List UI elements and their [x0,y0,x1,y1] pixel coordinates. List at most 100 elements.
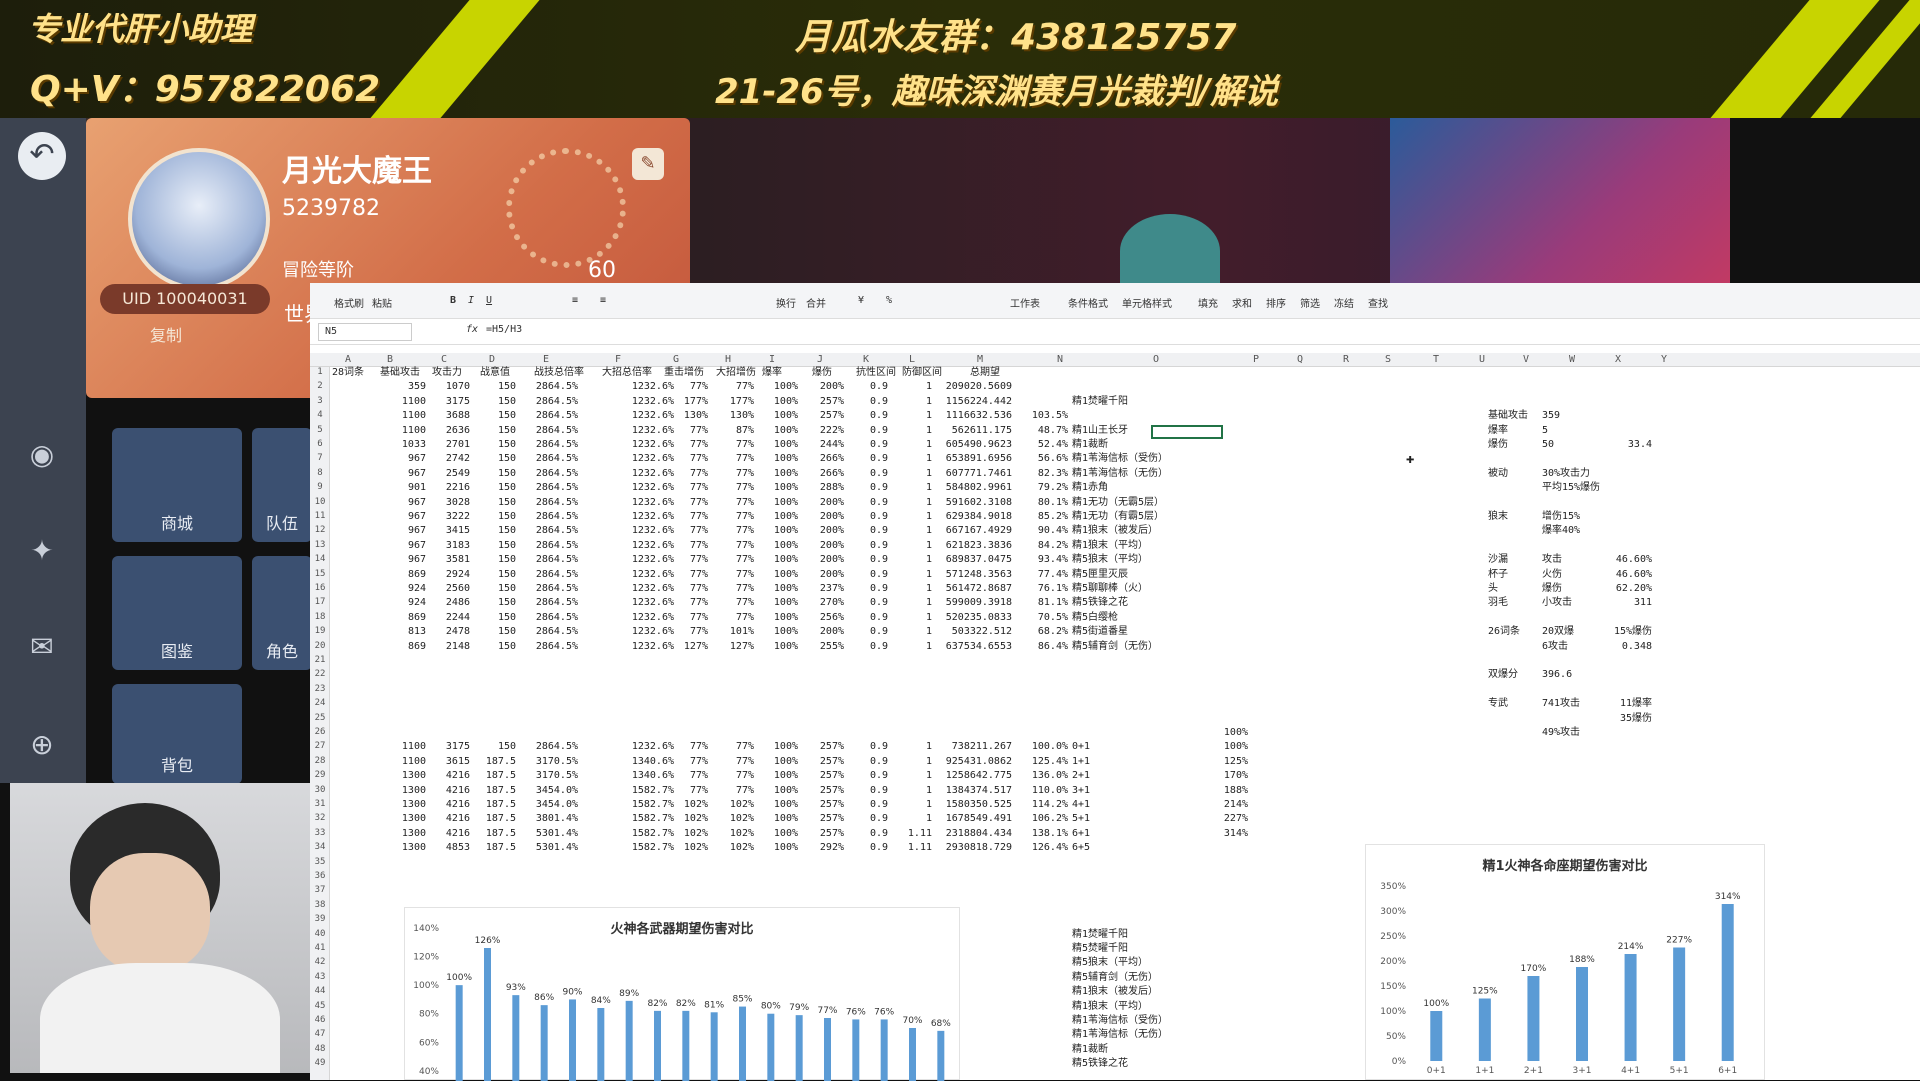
col-letter[interactable]: Y [1654,354,1674,365]
data-cell[interactable]: 150 [446,641,516,653]
data-cell[interactable]: 5301.4% [508,828,578,840]
row-number[interactable]: 12 [310,525,330,535]
data-cell[interactable]: 187.5 [446,770,516,782]
data-cell[interactable]: 5301.4% [508,842,578,854]
data-cell[interactable]: 68.2% [998,626,1068,638]
side-cell[interactable]: 狼末 [1488,511,1508,523]
pct-cell[interactable]: 100% [1178,741,1248,753]
data-cell[interactable]: 150 [446,626,516,638]
label-cell[interactable]: 精1无功（无霸5层） [1072,497,1164,509]
data-cell[interactable]: 103.5% [998,410,1068,422]
data-cell[interactable]: 150 [446,569,516,581]
side-cell[interactable]: 杯子 [1488,569,1508,581]
toolbar-cell-style[interactable]: 单元格样式 [1122,295,1172,310]
row-number[interactable]: 11 [310,511,330,521]
data-cell[interactable]: 1 [862,525,932,537]
side-cell[interactable]: 46.60% [1582,569,1652,581]
col-letter[interactable]: H [718,354,738,365]
copy-button[interactable]: 复制 [150,322,182,346]
data-cell[interactable]: 2864.5% [508,381,578,393]
label-cell[interactable]: 精5白缨枪 [1072,612,1118,624]
label-cell[interactable]: 1+1 [1072,756,1090,768]
data-cell[interactable]: 52.4% [998,439,1068,451]
row-number[interactable]: 20 [310,641,330,651]
percent-icon[interactable]: % [886,295,892,306]
side-cell[interactable]: 爆率 [1488,425,1508,437]
data-cell[interactable]: 48.7% [998,425,1068,437]
data-cell[interactable]: 77.4% [998,569,1068,581]
col-letter[interactable]: O [1146,354,1166,365]
row-number[interactable]: 42 [310,957,330,967]
weapon-list-cell[interactable]: 精5焚曜千阳 [1072,943,1128,955]
row-number[interactable]: 23 [310,684,330,694]
side-cell[interactable]: 30%攻击力 [1542,468,1590,480]
side-cell[interactable]: 0.348 [1582,641,1652,653]
constellation-chart[interactable]: 精1火神各命座期望伤害对比 350% 300% 250% 200% 150% 100% 50… [1365,844,1765,1080]
align-left-icon[interactable]: ≡ [572,295,578,306]
row-number[interactable]: 25 [310,713,330,723]
data-cell[interactable]: 76.1% [998,583,1068,595]
data-cell[interactable]: 3801.4% [508,813,578,825]
pct-cell[interactable]: 125% [1178,756,1248,768]
data-cell[interactable]: 1 [862,497,932,509]
side-cell[interactable]: 33.4 [1582,439,1652,451]
col-letter[interactable]: F [608,354,628,365]
toolbar-freeze[interactable]: 冻结 [1334,295,1354,310]
data-cell[interactable]: 2864.5% [508,540,578,552]
label-cell[interactable]: 精5聊聊棒（火） [1072,583,1148,595]
menu-party[interactable]: 队伍 [252,428,312,542]
col-letter[interactable]: B [380,354,400,365]
data-cell[interactable]: 126.4% [998,842,1068,854]
side-cell[interactable]: 小攻击 [1542,597,1572,609]
data-cell[interactable]: 85.2% [998,511,1068,523]
row-number[interactable]: 41 [310,943,330,953]
data-cell[interactable]: 2864.5% [508,525,578,537]
side-cell[interactable]: 62.20% [1582,583,1652,595]
data-cell[interactable]: 136.0% [998,770,1068,782]
data-cell[interactable]: 90.4% [998,525,1068,537]
side-cell[interactable]: 26词条 [1488,626,1520,638]
row-number[interactable]: 47 [310,1029,330,1039]
row-number[interactable]: 37 [310,885,330,895]
data-cell[interactable]: 2864.5% [508,439,578,451]
header-cell[interactable]: 爆伤 [812,367,832,379]
row-number[interactable]: 8 [310,468,330,478]
data-cell[interactable]: 2864.5% [508,497,578,509]
data-cell[interactable]: 1.11 [862,828,932,840]
side-cell[interactable]: 爆伤 [1488,439,1508,451]
col-letter[interactable]: I [762,354,782,365]
data-cell[interactable]: 1 [862,511,932,523]
side-cell[interactable]: 396.6 [1542,669,1572,681]
data-cell[interactable]: 150 [446,525,516,537]
data-cell[interactable]: 100.0% [998,741,1068,753]
data-cell[interactable]: 1156224.442 [942,396,1012,408]
toolbar-sort[interactable]: 排序 [1266,295,1286,310]
data-cell[interactable]: 187.5 [446,756,516,768]
col-letter[interactable]: C [434,354,454,365]
side-cell[interactable]: 火伤 [1542,569,1562,581]
data-cell[interactable]: 1 [862,785,932,797]
col-letter[interactable]: Q [1290,354,1310,365]
toolbar-paste[interactable]: 粘贴 [372,295,392,310]
side-cell[interactable]: 11爆率 [1582,698,1652,710]
data-cell[interactable]: 1 [862,425,932,437]
data-cell[interactable]: 70.5% [998,612,1068,624]
toolbar-merge[interactable]: 合并 [806,295,826,310]
data-cell[interactable]: 86.4% [998,641,1068,653]
row-number[interactable]: 9 [310,482,330,492]
col-letter[interactable]: A [338,354,358,365]
label-cell[interactable]: 3+1 [1072,785,1090,797]
data-cell[interactable]: 106.2% [998,813,1068,825]
row-number[interactable]: 48 [310,1044,330,1054]
bold-icon[interactable]: B [450,295,456,306]
data-cell[interactable]: 2864.5% [508,741,578,753]
data-cell[interactable]: 110.0% [998,785,1068,797]
data-cell[interactable]: 1 [862,741,932,753]
data-cell[interactable]: 150 [446,540,516,552]
pct-cell[interactable]: 314% [1178,828,1248,840]
data-cell[interactable]: 187.5 [446,828,516,840]
label-cell[interactable]: 精1狼末（被发后） [1072,525,1158,537]
col-letter[interactable]: T [1426,354,1446,365]
side-cell[interactable]: 被动 [1488,468,1508,480]
data-cell[interactable]: 1 [862,439,932,451]
